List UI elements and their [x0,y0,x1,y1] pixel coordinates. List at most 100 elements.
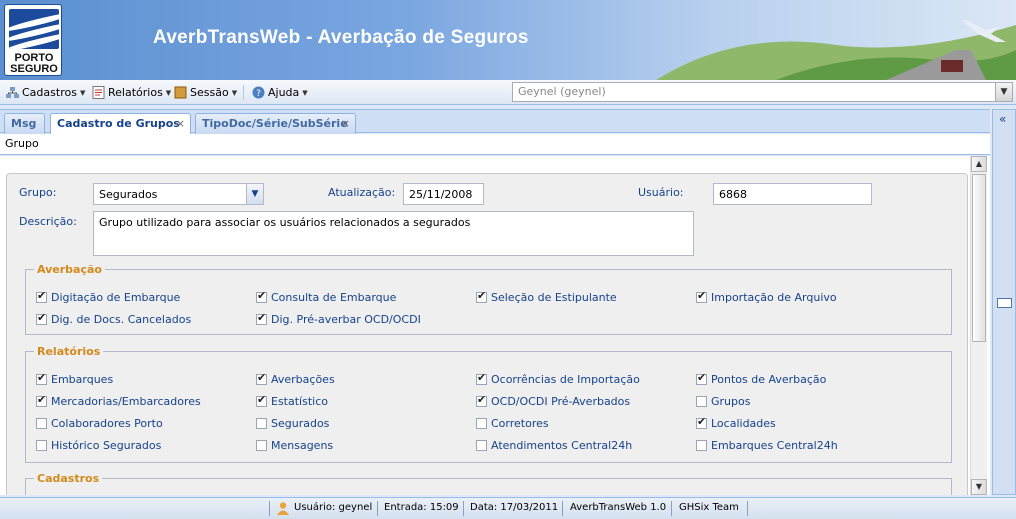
checkbox-historico-segurados[interactable]: Histórico Segurados [36,439,161,452]
checkbox-unchecked[interactable] [256,418,267,429]
checkbox-averbacoes[interactable]: Averbações [256,371,335,386]
scroll-down-icon[interactable]: ▼ [971,479,987,495]
menu-cadastros[interactable]: Cadastros ▼ [6,84,85,101]
chevron-down-icon: ▼ [302,88,308,97]
checkbox-unchecked[interactable] [36,440,47,451]
tab-tipodoc-serie-subserie[interactable]: TipoDoc/Série/SubSérie × [195,113,356,134]
checkbox-unchecked[interactable] [256,440,267,451]
network-icon [6,87,19,98]
svg-text:?: ? [256,89,261,99]
menu-sessao[interactable]: Sessão ▼ [174,84,237,101]
relatorios-legend: Relatórios [37,345,101,358]
chevron-down-icon: ▼ [231,88,238,97]
checkbox-unchecked[interactable] [696,396,707,407]
checkbox-checked[interactable] [256,289,267,303]
checkbox-segurados[interactable]: Segurados [256,417,329,430]
checkbox-checked[interactable] [36,371,47,385]
usuario-field[interactable]: 6868 [713,183,872,205]
chevron-down-icon: ▼ [165,88,172,97]
descricao-label: Descrição: [19,215,77,228]
chevron-down-icon: ▼ [79,88,86,97]
form-panel: Grupo: Segurados ▼ Atualização: 25/11/20… [6,173,968,495]
status-bar: Usuário: geynel Entrada: 15:09 Data: 17/… [0,497,1016,519]
checkbox-mensagens[interactable]: Mensagens [256,439,333,452]
checkbox-checked[interactable] [476,289,487,303]
landscape-illustration [656,20,1016,80]
form-content: Grupo: Segurados ▼ Atualização: 25/11/20… [0,156,990,495]
vertical-scrollbar[interactable]: ▲ ▼ [970,156,987,495]
scroll-thumb[interactable] [972,174,986,342]
atualizacao-label: Atualização: [328,186,396,199]
checkbox-corretores[interactable]: Corretores [476,417,549,430]
grupo-label: Grupo: [19,186,57,199]
checkbox-checked[interactable] [36,311,47,325]
checkbox-checked[interactable] [256,371,267,385]
checkbox-unchecked[interactable] [696,440,707,451]
cadastros-fieldset: Cadastros [25,472,952,495]
panel-title: Grupo [0,134,990,155]
chevron-down-icon[interactable]: ▼ [995,83,1012,101]
checkbox-localidades[interactable]: Localidades [696,415,776,430]
checkbox-pontos-de-averbacao[interactable]: Pontos de Averbação [696,371,826,386]
cadastros-legend: Cadastros [37,472,100,485]
checkbox-checked[interactable] [36,289,47,303]
checkbox-colaboradores-porto[interactable]: Colaboradores Porto [36,417,163,430]
checkbox-atendimentos-central24h[interactable]: Atendimentos Central24h [476,439,632,452]
session-icon [174,86,187,99]
tab-cadastro-de-grupos[interactable]: Cadastro de Grupos × [50,113,191,135]
status-app-version: AverbTransWeb 1.0 [570,502,667,513]
checkbox-embarques-central24h[interactable]: Embarques Central24h [696,439,838,452]
checkbox-checked[interactable] [256,393,267,407]
app-header: PORTO SEGURO AverbTransWeb - Averbação d… [0,0,1016,80]
tab-msg[interactable]: Msg [4,113,45,134]
report-icon [92,86,105,99]
status-usuario: Usuário: geynel [294,502,373,513]
menu-ajuda[interactable]: ? Ajuda ▼ [252,84,308,101]
checkbox-importacao-de-arquivo[interactable]: Importação de Arquivo [696,289,837,304]
tab-strip: Msg Cadastro de Grupos × TipoDoc/Série/S… [0,109,990,135]
checkbox-checked[interactable] [476,371,487,385]
chevron-down-icon[interactable]: ▼ [246,184,263,204]
checkbox-estatistico[interactable]: Estatístico [256,393,328,408]
checkbox-unchecked[interactable] [36,418,47,429]
status-entrada: Entrada: 15:09 [384,502,459,513]
checkbox-unchecked[interactable] [476,418,487,429]
east-collapsed-panel: « [992,109,1016,495]
checkbox-dig-pre-averbar-ocd-ocdi[interactable]: Dig. Pré-averbar OCD/OCDI [256,311,421,326]
status-team: GHSix Team [679,502,739,513]
close-icon[interactable]: × [176,117,185,130]
grupo-select[interactable]: Segurados ▼ [93,183,264,205]
expand-icon[interactable]: « [999,112,1006,126]
relatorios-fieldset: Relatórios Embarques Averbações Ocorrência… [25,345,952,463]
user-icon [277,502,289,515]
checkbox-grupos[interactable]: Grupos [696,395,750,408]
checkbox-dig-de-docs-cancelados[interactable]: Dig. de Docs. Cancelados [36,311,191,326]
checkbox-checked[interactable] [696,289,707,303]
mail-icon[interactable] [997,298,1012,308]
scroll-up-icon[interactable]: ▲ [971,156,987,172]
descricao-textarea[interactable]: Grupo utilizado para associar os usuário… [93,211,694,256]
checkbox-checked[interactable] [36,393,47,407]
atualizacao-field[interactable]: 25/11/2008 [403,183,484,205]
checkbox-consulta-de-embarque[interactable]: Consulta de Embarque [256,289,396,304]
user-select[interactable]: Geynel (geynel) ▼ [512,82,1013,102]
averbacao-legend: Averbação [37,263,102,276]
checkbox-selecao-de-estipulante[interactable]: Seleção de Estipulante [476,289,617,304]
menu-relatorios[interactable]: Relatórios ▼ [92,84,171,101]
checkbox-checked[interactable] [696,371,707,385]
checkbox-embarques[interactable]: Embarques [36,371,113,386]
checkbox-ocd-ocdi-pre-averbados[interactable]: OCD/OCDI Pré-Averbados [476,393,630,408]
status-data: Data: 17/03/2011 [470,502,559,513]
checkbox-unchecked[interactable] [476,440,487,451]
porto-seguro-logo: PORTO SEGURO [4,4,62,76]
app-title: AverbTransWeb - Averbação de Seguros [153,27,529,48]
close-icon[interactable]: × [341,117,350,130]
checkbox-digitacao-de-embarque[interactable]: Digitação de Embarque [36,289,180,304]
checkbox-checked[interactable] [256,311,267,325]
usuario-label: Usuário: [638,186,684,199]
checkbox-ocorrencias-de-importacao[interactable]: Ocorrências de Importação [476,371,640,386]
averbacao-fieldset: Averbação Digitação de Embarque Consulta … [25,263,952,335]
checkbox-checked[interactable] [476,393,487,407]
checkbox-checked[interactable] [696,415,707,429]
checkbox-mercadorias-embarcadores[interactable]: Mercadorias/Embarcadores [36,393,201,408]
